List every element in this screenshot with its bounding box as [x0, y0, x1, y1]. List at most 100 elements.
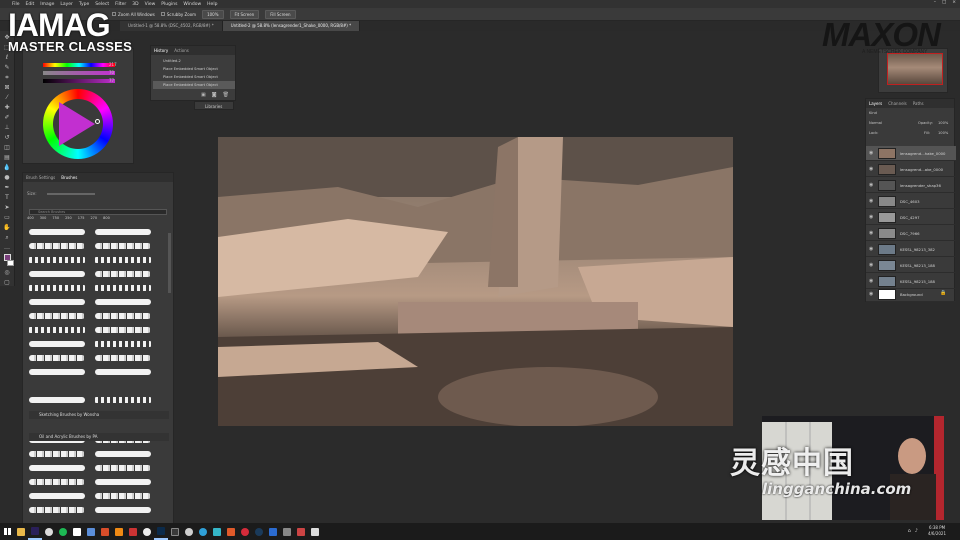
saturation-slider[interactable]	[43, 71, 115, 75]
taskbar-clock[interactable]: 6:38 PM 4/6/2021	[928, 525, 946, 537]
brush-stroke[interactable]	[29, 313, 85, 319]
layer-row-background[interactable]: ◉ Background 🔒	[866, 287, 956, 302]
eye-icon[interactable]: ◉	[869, 182, 873, 188]
brush-stroke[interactable]	[95, 397, 151, 403]
eye-icon[interactable]: ◉	[869, 262, 873, 268]
brush-stroke[interactable]	[29, 507, 85, 513]
eraser-tool-icon[interactable]: ◫	[3, 144, 12, 151]
eye-icon[interactable]: ◉	[869, 150, 873, 156]
taskbar-app-icon[interactable]	[294, 523, 308, 540]
brush-size-slider[interactable]	[47, 193, 95, 195]
brush-stroke[interactable]	[95, 451, 151, 457]
taskbar-app-icon[interactable]	[84, 523, 98, 540]
brush-preset-size[interactable]: 400	[27, 216, 34, 220]
menu-window[interactable]: Window	[183, 2, 201, 7]
brightness-value[interactable]: 77	[109, 78, 114, 83]
lasso-tool-icon[interactable]: ℓ	[3, 54, 12, 61]
history-item-selected[interactable]: Place Embedded Smart Object	[153, 81, 235, 89]
taskbar-app-icon[interactable]	[224, 523, 238, 540]
menu-edit[interactable]: Edit	[26, 2, 35, 7]
menu-file[interactable]: File	[12, 2, 20, 7]
brush-stroke[interactable]	[29, 257, 85, 263]
taskbar-spotify-icon[interactable]	[56, 523, 70, 540]
color-wheel[interactable]	[43, 89, 113, 159]
brush-preset-size[interactable]: 300	[40, 216, 47, 220]
taskbar-app-icon[interactable]	[308, 523, 322, 540]
layer-kind-filter[interactable]: Kind	[869, 111, 877, 115]
eyedropper-tool-icon[interactable]: ⁄	[3, 94, 12, 101]
history-item[interactable]: Untitled-2	[153, 57, 235, 65]
brush-stroke[interactable]	[29, 271, 85, 277]
menu-select[interactable]: Select	[95, 2, 109, 7]
tab-layers[interactable]: Layers	[869, 101, 882, 106]
snapshot-icon[interactable]: ◙	[212, 92, 217, 98]
layer-row-selected[interactable]: ◉ lensagrend...hake_0000	[866, 146, 956, 161]
eye-icon[interactable]: ◉	[869, 166, 873, 172]
path-select-tool-icon[interactable]: ➤	[3, 204, 12, 211]
doc-tab-untitled-1[interactable]: Untitled-1 @ 58.8% (DSC_4502, RGB/8#) *	[120, 21, 223, 31]
shape-tool-icon[interactable]: ▭	[3, 214, 12, 221]
more-tools-icon[interactable]: …	[3, 244, 12, 251]
brush-stroke[interactable]	[29, 229, 85, 235]
menu-view[interactable]: View	[145, 2, 156, 7]
type-tool-icon[interactable]: T	[3, 194, 12, 201]
brush-stroke[interactable]	[95, 257, 151, 263]
brush-preset-size[interactable]: 750	[52, 216, 59, 220]
brush-stroke[interactable]	[95, 229, 151, 235]
frame-tool-icon[interactable]: ⊠	[3, 84, 12, 91]
brush-stroke[interactable]	[95, 465, 151, 471]
fit-screen-button[interactable]: Fit Screen	[229, 9, 260, 19]
opacity-value[interactable]: 100%	[938, 121, 948, 125]
stamp-tool-icon[interactable]: ⊥	[3, 124, 12, 131]
trash-icon[interactable]: 🗑	[223, 92, 229, 98]
taskbar-vlc-icon[interactable]	[112, 523, 126, 540]
network-icon[interactable]: ⌂	[908, 528, 911, 534]
taskbar-photoshop-icon[interactable]	[154, 523, 168, 540]
start-button[interactable]	[0, 523, 14, 540]
brush-stroke[interactable]	[95, 341, 151, 347]
menu-image[interactable]: Image	[40, 2, 54, 7]
eye-icon[interactable]: ◉	[869, 278, 873, 284]
new-document-icon[interactable]: ▣	[201, 92, 206, 98]
brush-stroke[interactable]	[29, 327, 85, 333]
libraries-panel-tab[interactable]: Libraries	[194, 101, 234, 110]
brush-preset-size[interactable]: 800	[103, 216, 110, 220]
brush-preset-size[interactable]: 250	[65, 216, 72, 220]
brush-stroke[interactable]	[29, 355, 85, 361]
brush-stroke[interactable]	[95, 313, 151, 319]
layer-row[interactable]: ◉ DSC_7966	[866, 226, 956, 241]
history-item[interactable]: Place Embedded Smart Object	[153, 65, 235, 73]
brightness-slider[interactable]	[43, 79, 115, 83]
eye-icon[interactable]: ◉	[869, 198, 873, 204]
minimize-icon[interactable]: –	[934, 0, 936, 5]
brush-stroke[interactable]	[29, 285, 85, 291]
hand-tool-icon[interactable]: ✋	[3, 224, 12, 231]
saturation-value[interactable]: 70	[109, 70, 114, 75]
color-picker-handle[interactable]	[95, 119, 100, 124]
navigator-preview[interactable]	[887, 53, 943, 85]
layer-row[interactable]: ◉ DSC_4297	[866, 210, 956, 225]
maximize-icon[interactable]: □	[942, 0, 946, 5]
brush-tool-icon[interactable]: ✐	[3, 114, 12, 121]
menu-type[interactable]: Type	[79, 2, 89, 7]
tab-actions[interactable]: Actions	[174, 48, 189, 53]
history-item[interactable]: Place Embedded Smart Object	[153, 73, 235, 81]
taskbar-file-explorer-icon[interactable]	[14, 523, 28, 540]
brush-stroke[interactable]	[95, 355, 151, 361]
brush-group-folder[interactable]: Oil and Acrylic Brushes by PA	[29, 433, 169, 441]
taskbar-app-icon[interactable]	[280, 523, 294, 540]
tab-brushes[interactable]: Brushes	[61, 175, 77, 180]
taskbar-app-icon[interactable]	[140, 523, 154, 540]
eye-icon[interactable]: ◉	[869, 230, 873, 236]
brush-stroke[interactable]	[29, 479, 85, 485]
taskbar-app-icon[interactable]	[98, 523, 112, 540]
brush-stroke[interactable]	[29, 299, 85, 305]
gradient-tool-icon[interactable]: ▤	[3, 154, 12, 161]
background-color-swatch[interactable]	[6, 259, 14, 266]
brush-stroke[interactable]	[95, 479, 151, 485]
healing-tool-icon[interactable]: ✚	[3, 104, 12, 111]
tab-paths[interactable]: Paths	[913, 101, 924, 106]
document-canvas[interactable]	[218, 137, 733, 426]
taskbar-app-icon[interactable]	[210, 523, 224, 540]
brush-stroke[interactable]	[95, 369, 151, 375]
